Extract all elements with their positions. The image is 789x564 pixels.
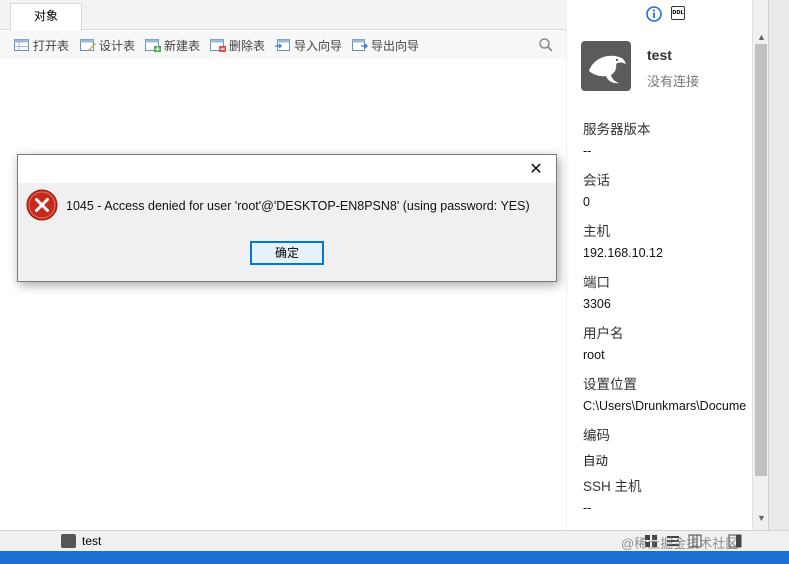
field-value: 3306 [583,297,611,311]
field-value: -- [583,144,592,158]
info-icon[interactable] [646,6,662,22]
export-wizard-button[interactable]: 导出向导 [352,36,419,54]
design-table-icon [80,38,96,52]
import-wizard-button[interactable]: 导入向导 [275,36,342,54]
watermark: @稀土掘金技术社区 [621,536,739,551]
taskbar [0,551,789,564]
objects-list[interactable] [10,59,566,530]
field-label: 会话 [583,173,610,188]
import-icon [275,38,291,52]
field-label: 端口 [583,275,610,290]
import-wizard-label: 导入向导 [294,38,343,53]
field-label: 编码 [583,428,610,443]
field-value: 自动 [583,454,609,468]
new-table-button[interactable]: 新建表 [145,36,200,54]
ok-button[interactable]: 确定 [250,241,324,265]
field-value: 0 [583,195,590,209]
field-value: 192.168.10.12 [583,246,663,260]
delete-table-icon [210,38,226,52]
ssh-host-field: SSH 主机 -- [583,475,752,515]
tab-objects[interactable]: 对象 [10,3,82,31]
host-field: 主机 192.168.10.12 [583,220,752,260]
connection-name: test [647,47,672,63]
status-bar: test @稀土掘金技术社区 [0,530,789,551]
info-panel-scrollbar[interactable]: ▲ ▼ [752,0,768,530]
dialog-body: 1045 - Access denied for user 'root'@'DE… [18,183,556,281]
settings-location-field: 设置位置 C:\Users\Drunkmars\Docume [583,373,752,413]
new-table-icon [145,38,161,52]
search-icon[interactable] [538,37,554,53]
error-dialog: ✕ 1045 - Access denied for user 'root'@'… [17,154,557,282]
field-value: C:\Users\Drunkmars\Docume [583,399,747,413]
delete-table-button[interactable]: 删除表 [210,36,265,54]
field-label: SSH 主机 [583,479,642,494]
info-panel-toolbar: DDL [567,0,752,28]
status-connection-name: test [82,534,102,548]
port-field: 端口 3306 [583,271,752,311]
sessions-field: 会话 0 [583,169,752,209]
new-table-label: 新建表 [164,38,201,53]
open-table-button[interactable]: 打开表 [14,36,69,54]
connection-status: 没有连接 [647,74,700,89]
server-version-field: 服务器版本 -- [583,118,752,158]
field-value: root [583,348,605,362]
export-wizard-label: 导出向导 [371,38,420,53]
field-label: 设置位置 [583,377,637,392]
design-table-label: 设计表 [99,38,136,53]
info-panel: DDL test 没有连接 服务器版本 -- 会话 0 主机 192.168.1… [567,0,752,530]
tab-bar: 对象 [0,0,566,31]
export-icon [352,38,368,52]
open-table-icon [14,38,30,52]
connection-icon [61,534,76,548]
chevron-down-icon[interactable]: ▼ [757,513,766,523]
dialog-titlebar: ✕ [18,155,556,183]
username-field: 用户名 root [583,322,752,362]
field-label: 主机 [583,224,610,239]
scrollbar-thumb[interactable] [755,44,767,476]
field-value: -- [583,501,592,515]
chevron-up-icon[interactable]: ▲ [757,32,766,42]
ddl-icon[interactable]: DDL [671,6,685,20]
design-table-button[interactable]: 设计表 [80,36,135,54]
open-table-label: 打开表 [33,38,70,53]
mysql-connection-icon [581,41,631,91]
field-label: 用户名 [583,326,624,341]
close-icon[interactable]: ✕ [526,159,546,179]
error-message: 1045 - Access denied for user 'root'@'DE… [66,199,530,213]
field-label: 服务器版本 [583,122,651,137]
encoding-field: 编码 自动 [583,424,752,469]
window-edge [768,0,789,530]
error-icon [26,189,58,221]
object-toolbar: 打开表 设计表 新建表 删除表 导入向导 导出向导 [0,31,566,59]
delete-table-label: 删除表 [229,38,266,53]
